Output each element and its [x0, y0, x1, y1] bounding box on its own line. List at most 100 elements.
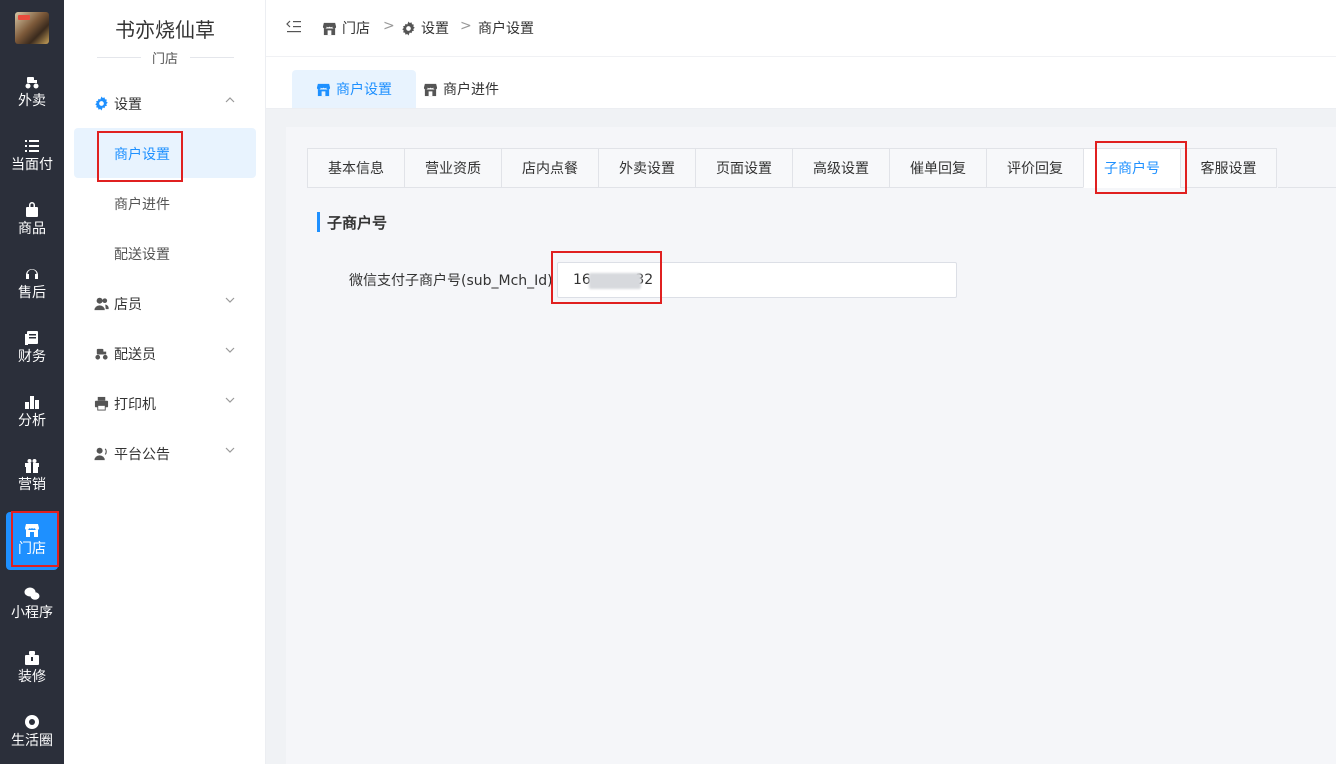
- tab-reminder-reply[interactable]: 催单回复: [889, 148, 986, 188]
- chevron-down-icon: [224, 444, 236, 456]
- top-bar: 门店 > 设置 > 商户设置: [266, 0, 1336, 57]
- printer-icon: [94, 396, 109, 411]
- rail-item-decoration[interactable]: 装修: [0, 640, 64, 700]
- rail-item-mini-program[interactable]: 小程序: [0, 576, 64, 636]
- page-tabs: 商户设置 商户进件: [266, 57, 1336, 109]
- rail-item-marketing[interactable]: 营销: [0, 448, 64, 508]
- menu-group-printer[interactable]: 打印机: [64, 384, 266, 424]
- breadcrumb-separator: >: [383, 18, 395, 34]
- breadcrumb-item-store[interactable]: 门店: [322, 18, 370, 38]
- gear-icon: [402, 20, 415, 36]
- section-accent-bar: [317, 212, 320, 232]
- rail-label: 营销: [18, 477, 46, 493]
- tab-merchant-settings[interactable]: 商户设置: [292, 70, 416, 108]
- rail-label: 小程序: [11, 605, 53, 621]
- section-title: 子商户号: [327, 214, 388, 232]
- tab-review-reply[interactable]: 评价回复: [986, 148, 1083, 188]
- staff-icon: [94, 296, 109, 311]
- menu-group-announcements[interactable]: 平台公告: [64, 434, 266, 474]
- sidebar-item-label: 商户设置: [114, 147, 170, 163]
- bag-icon: [24, 202, 40, 218]
- divider: [190, 57, 234, 58]
- sidebar-item-merchant-settings[interactable]: 商户设置: [74, 128, 256, 178]
- rail-item-face-pay[interactable]: 当面付: [0, 128, 64, 188]
- menu-group-staff[interactable]: 店员: [64, 284, 266, 324]
- gift-icon: [24, 458, 40, 474]
- breadcrumb-label: 商户设置: [478, 21, 534, 37]
- menu-group-settings[interactable]: 设置: [64, 84, 266, 124]
- store-icon: [322, 22, 337, 35]
- announce-icon: [94, 446, 109, 461]
- bar-chart-icon: [24, 394, 40, 410]
- breadcrumb-separator: >: [460, 18, 472, 34]
- tab-sub-merchant-id[interactable]: 子商户号: [1083, 148, 1180, 188]
- chevron-down-icon: [224, 344, 236, 356]
- rail-item-life-circle[interactable]: 生活圈: [0, 704, 64, 764]
- settings-tabs: 基本信息 营业资质 店内点餐 外卖设置 页面设置 高级设置 催单回复 评价回复 …: [307, 148, 1277, 188]
- redaction-mask: [589, 273, 641, 289]
- tab-label: 商户设置: [336, 82, 392, 98]
- tab-label: 商户进件: [443, 82, 499, 98]
- store-subtitle: 门店: [151, 52, 178, 67]
- breadcrumb-label: 设置: [421, 21, 449, 37]
- menu-group-label: 设置: [114, 97, 142, 113]
- tab-business-license[interactable]: 营业资质: [404, 148, 501, 188]
- toolbox-icon: [24, 650, 40, 666]
- sidebar-item-merchant-onboarding[interactable]: 商户进件: [74, 178, 256, 228]
- sidebar-item-delivery-settings[interactable]: 配送设置: [74, 228, 256, 278]
- rail-item-after-sales[interactable]: 售后: [0, 256, 64, 316]
- tab-customer-service[interactable]: 客服设置: [1180, 148, 1277, 188]
- menu-group-label: 打印机: [114, 397, 156, 413]
- rail-item-store[interactable]: 门店: [0, 512, 64, 572]
- tabs-baseline: [1278, 187, 1336, 188]
- chevron-up-icon: [224, 94, 236, 106]
- sidebar-item-label: 配送设置: [114, 247, 170, 263]
- rail-item-finance[interactable]: 财务: [0, 320, 64, 380]
- rail-label: 装修: [18, 669, 46, 685]
- gear-icon: [94, 96, 109, 111]
- app-logo[interactable]: [15, 12, 49, 44]
- lifebuoy-icon: [24, 714, 40, 730]
- rail-label: 售后: [18, 285, 46, 301]
- rail-label: 商品: [18, 221, 46, 237]
- rail-label: 财务: [18, 349, 46, 365]
- menu-group-label: 平台公告: [114, 447, 170, 463]
- rail-label: 门店: [18, 541, 46, 557]
- store-icon: [316, 83, 331, 96]
- rail-label: 外卖: [18, 93, 46, 109]
- tab-advanced-settings[interactable]: 高级设置: [792, 148, 889, 188]
- chevron-down-icon: [224, 294, 236, 306]
- secondary-sidebar: 书亦烧仙草 门店 设置 商户设置 商户进件 配送设置 店员 配送员 打印机 平台…: [64, 0, 266, 764]
- menu-group-couriers[interactable]: 配送员: [64, 334, 266, 374]
- headset-icon: [24, 266, 40, 282]
- tab-takeout-settings[interactable]: 外卖设置: [598, 148, 695, 188]
- tab-basic-info[interactable]: 基本信息: [307, 148, 404, 188]
- tab-page-settings[interactable]: 页面设置: [695, 148, 792, 188]
- sidebar-item-label: 商户进件: [114, 197, 170, 213]
- main-nav-rail: 外卖 当面付 商品 售后 财务 分析 营销 门店 小程序 装修 生活圈: [0, 0, 64, 764]
- store-name: 书亦烧仙草: [115, 18, 215, 42]
- chevron-down-icon: [224, 394, 236, 406]
- rail-item-goods[interactable]: 商品: [0, 192, 64, 252]
- tab-merchant-onboarding[interactable]: 商户进件: [423, 70, 499, 108]
- menu-group-label: 配送员: [114, 347, 156, 363]
- rail-item-takeout[interactable]: 外卖: [0, 64, 64, 124]
- rail-label: 当面付: [11, 157, 53, 173]
- store-icon: [24, 522, 40, 538]
- breadcrumb-item-settings[interactable]: 设置: [401, 18, 449, 38]
- store-icon: [423, 83, 438, 96]
- tab-dine-in[interactable]: 店内点餐: [501, 148, 598, 188]
- rail-label: 生活圈: [11, 733, 53, 749]
- sub-mch-id-label: 微信支付子商户号(sub_Mch_Id): [349, 273, 553, 289]
- collapse-menu-icon[interactable]: [286, 20, 302, 34]
- menu-group-label: 店员: [114, 297, 142, 313]
- scooter-icon: [94, 346, 109, 361]
- rail-item-analysis[interactable]: 分析: [0, 384, 64, 444]
- list-icon: [24, 138, 40, 154]
- wechat-icon: [24, 586, 40, 602]
- breadcrumb-item-merchant-settings: 商户设置: [478, 18, 534, 38]
- settings-panel: [286, 127, 1336, 764]
- scooter-icon: [24, 74, 40, 90]
- ledger-icon: [24, 330, 40, 346]
- rail-label: 分析: [18, 413, 46, 429]
